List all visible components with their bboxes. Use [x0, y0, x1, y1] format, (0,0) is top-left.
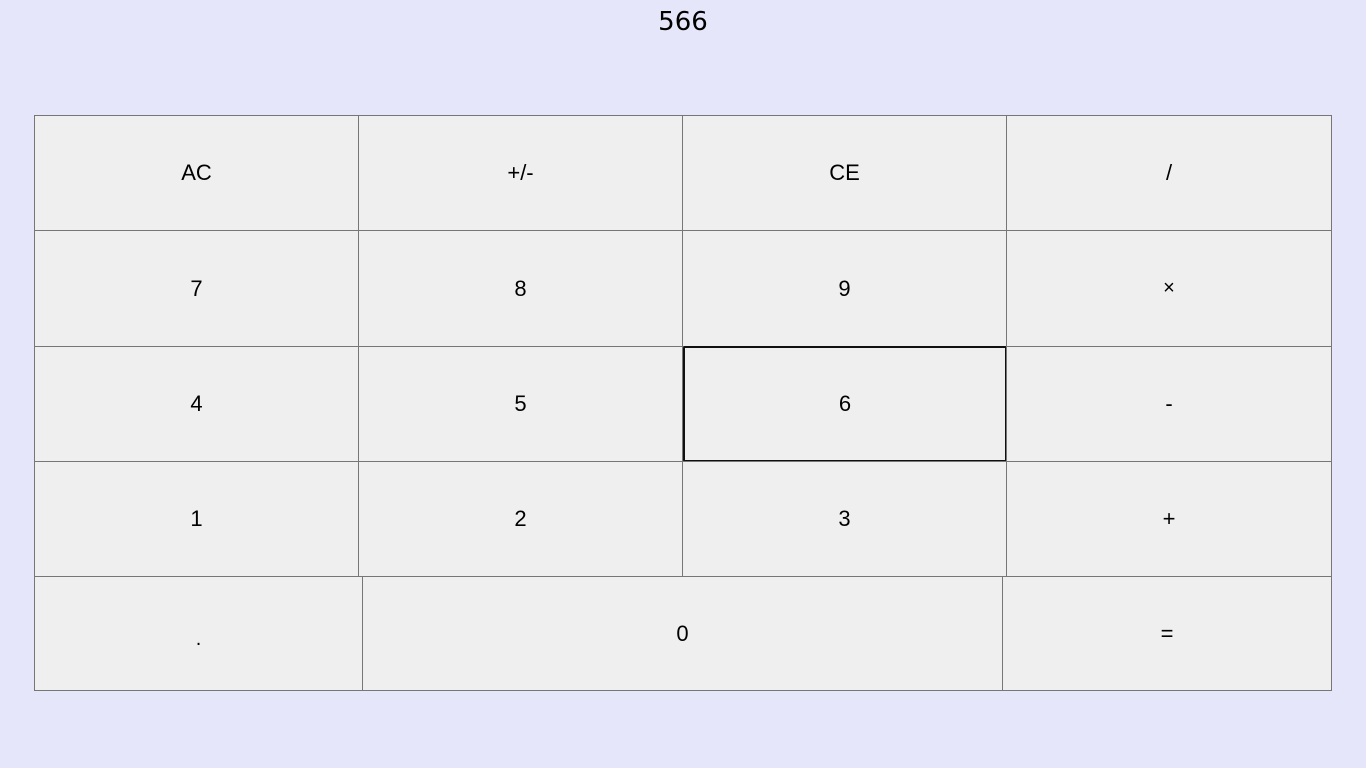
- digit-4-button[interactable]: 4: [34, 346, 359, 462]
- decimal-label: .: [195, 628, 202, 650]
- multiply-button[interactable]: ×: [1006, 230, 1332, 347]
- digit-7-label: 7: [190, 275, 203, 301]
- divide-button[interactable]: /: [1006, 115, 1332, 231]
- digit-9-button[interactable]: 9: [682, 230, 1007, 347]
- digit-7-button[interactable]: 7: [34, 230, 359, 347]
- keypad: AC +/- CE / 7 8 9 × 4 5 6 - 1 2 3 + . 0 …: [34, 115, 1332, 691]
- digit-2-button[interactable]: 2: [358, 461, 683, 577]
- digit-1-label: 1: [190, 506, 203, 531]
- digit-0-button[interactable]: 0: [362, 576, 1003, 691]
- equals-button[interactable]: =: [1002, 576, 1332, 691]
- clear-entry-label: CE: [829, 160, 860, 185]
- divide-label: /: [1165, 160, 1173, 185]
- digit-6-label: 6: [838, 391, 852, 416]
- digit-2-label: 2: [514, 506, 527, 531]
- digit-0-label: 0: [676, 620, 689, 646]
- digit-1-button[interactable]: 1: [34, 461, 359, 577]
- negate-label: +/-: [507, 160, 534, 185]
- clear-all-button[interactable]: AC: [34, 115, 359, 231]
- equals-label: =: [1160, 620, 1174, 646]
- add-label: +: [1162, 506, 1176, 531]
- digit-6-button[interactable]: 6: [683, 346, 1007, 462]
- digit-4-label: 4: [190, 391, 203, 416]
- decimal-button[interactable]: .: [34, 576, 363, 691]
- subtract-button[interactable]: -: [1006, 346, 1332, 462]
- multiply-label: ×: [1163, 277, 1175, 299]
- digit-5-label: 5: [514, 391, 527, 416]
- digit-3-button[interactable]: 3: [682, 461, 1007, 577]
- digit-5-button[interactable]: 5: [358, 346, 683, 462]
- digit-3-label: 3: [838, 506, 851, 531]
- clear-all-label: AC: [181, 160, 212, 185]
- calculator-display: 566: [658, 7, 708, 37]
- digit-8-button[interactable]: 8: [358, 230, 683, 347]
- subtract-label: -: [1165, 391, 1173, 416]
- digit-9-label: 9: [838, 275, 851, 301]
- clear-entry-button[interactable]: CE: [682, 115, 1007, 231]
- negate-button[interactable]: +/-: [358, 115, 683, 231]
- add-button[interactable]: +: [1006, 461, 1332, 577]
- digit-8-label: 8: [514, 275, 527, 301]
